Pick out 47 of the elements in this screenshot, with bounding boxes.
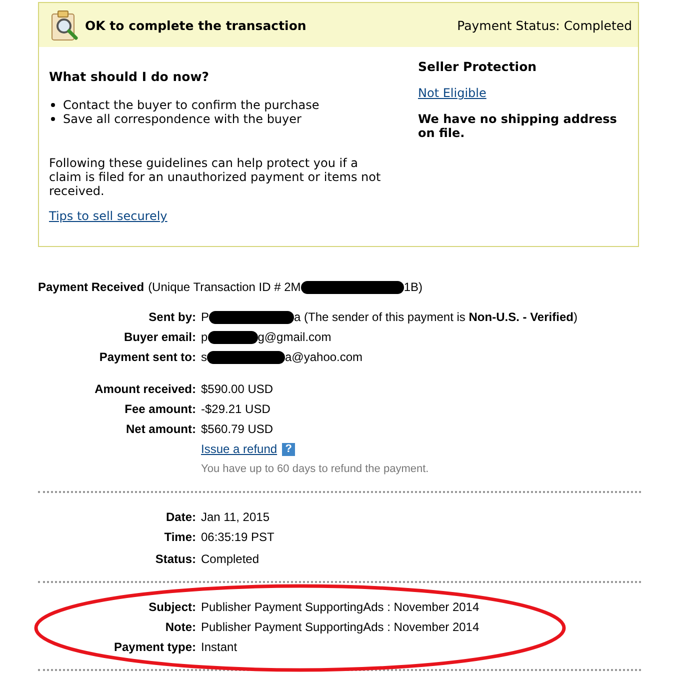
eligibility-link[interactable]: Not Eligible [418, 86, 486, 100]
field-value: 06:35:19 PST [201, 530, 274, 544]
field-label: Payment sent to: [98, 350, 197, 364]
field-value: Jan 11, 2015 [201, 510, 270, 524]
field-value: p [201, 330, 208, 344]
refund-link[interactable]: Issue a refund [201, 442, 278, 456]
field-value: $560.79 USD [201, 422, 274, 436]
field-value: Publisher Payment SupportingAds : November 2014 [201, 620, 480, 634]
field-value: Publisher Payment SupportingAds : November 2014 [201, 600, 480, 614]
clipboard-magnifier-icon [51, 9, 79, 41]
tips-link[interactable]: Tips to sell securely [49, 209, 168, 223]
guidance-text: Following these guidelines can help protect you if a claim is filed for an unauthorized payment or items not received. [49, 156, 382, 198]
refund-note: You have up to 60 days to refund the payment. [201, 463, 429, 475]
field-value: -$29.21 USD [201, 402, 270, 416]
field-label: Status: [154, 552, 197, 566]
field-value: P [201, 310, 210, 324]
bullet-icon [51, 103, 55, 107]
field-label: Sent by: [148, 310, 197, 324]
field-label: Fee amount: [124, 402, 197, 416]
field-value: g@gmail.com [258, 330, 332, 344]
panel-title: OK to complete the transaction [85, 18, 306, 32]
payment-title: Payment Received [38, 280, 144, 294]
field-value: a (The sender of this payment is Non-U.S. - Verified) [294, 310, 578, 324]
shipping-note: We have no shipping address on file. [418, 112, 618, 140]
field-value: s [201, 350, 207, 364]
list-item: Contact the buyer to confirm the purchase [63, 98, 320, 112]
field-label: Amount received: [94, 382, 197, 396]
transaction-id: 1B) [404, 280, 422, 294]
bullet-icon [51, 117, 55, 121]
redaction-mark [208, 330, 258, 344]
field-value: a@yahoo.com [285, 350, 363, 364]
payment-status: Payment Status: Completed [457, 18, 632, 32]
field-label: Note: [164, 620, 197, 634]
section-heading: Seller Protection [418, 59, 538, 74]
field-label: Time: [163, 530, 197, 544]
help-icon[interactable]: ? [282, 442, 296, 456]
transaction-id: (Unique Transaction ID # 2M [148, 280, 301, 294]
list-item: Save all correspondence with the buyer [63, 112, 302, 126]
field-label: Payment type: [112, 640, 197, 654]
field-label: Date: [164, 510, 197, 524]
field-label: Subject: [148, 600, 197, 614]
field-label: Buyer email: [122, 330, 197, 344]
field-label: Net amount: [125, 422, 197, 436]
field-value: $590.00 USD [201, 382, 274, 396]
section-heading: What should I do now? [49, 69, 210, 84]
field-value: Instant [201, 640, 238, 654]
field-value: Completed [201, 552, 260, 566]
